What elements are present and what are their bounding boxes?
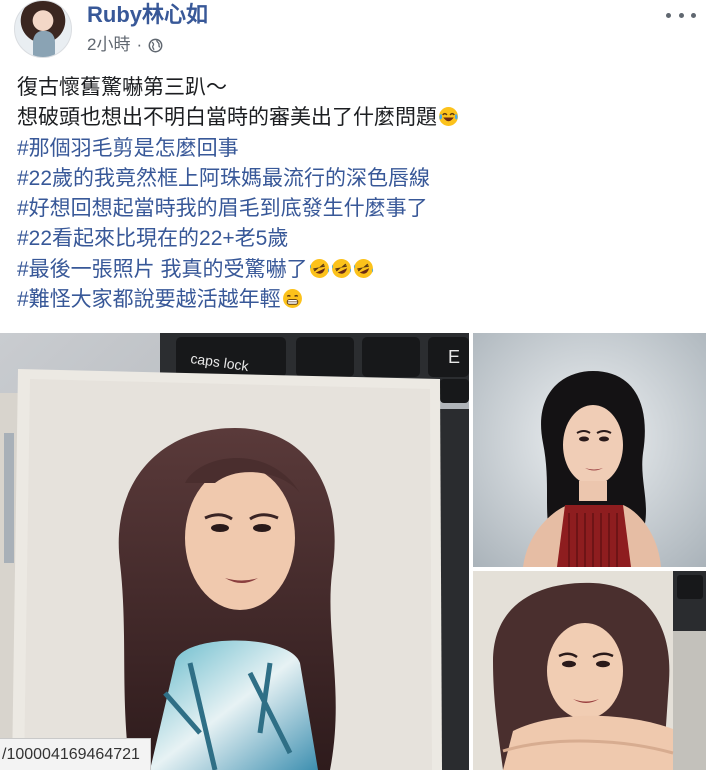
hashtag-last-photo[interactable]: #最後一張照片 我真的受驚嚇了 xyxy=(17,258,308,281)
author-name[interactable]: Ruby林心如 xyxy=(87,2,208,28)
post-line-1: 復古懷舊驚嚇第三趴～ xyxy=(17,76,227,99)
post-line-2: 想破頭也想出不明白當時的審美出了什麼問題 xyxy=(17,103,697,133)
post-timestamp[interactable]: 2小時 xyxy=(87,34,130,56)
post-header: Ruby林心如 2小時 · xyxy=(0,0,706,62)
more-options-icon[interactable] xyxy=(666,8,696,22)
post-message: 復古懷舊驚嚇第三趴～ 想破頭也想出不明白當時的審美出了什麼問題 #那個羽毛剪是怎… xyxy=(17,73,697,315)
post-meta: 2小時 · xyxy=(87,34,163,56)
avatar[interactable] xyxy=(14,0,72,58)
photo-chin-rest-portrait[interactable] xyxy=(473,571,706,770)
globe-icon[interactable] xyxy=(148,38,163,53)
tears-of-joy-emoji-icon xyxy=(439,107,458,127)
svg-text:E: E xyxy=(448,347,460,367)
status-url: /100004169464721 xyxy=(0,738,151,770)
meta-separator: · xyxy=(136,35,143,54)
photo-keyboard-portrait[interactable]: caps lock W E xyxy=(0,333,469,770)
hashtag-eyebrows[interactable]: #好想回想起當時我的眉毛到底發生什麼事了 xyxy=(17,194,697,224)
hashtag-feather-cut[interactable]: #那個羽毛剪是怎麼回事 xyxy=(17,134,697,164)
rofl-emoji-icon xyxy=(309,258,329,278)
photo-red-top-portrait[interactable] xyxy=(473,333,706,567)
post-line-7: #最後一張照片 我真的受驚嚇了 xyxy=(17,255,697,285)
rofl-emoji-icon xyxy=(353,258,373,278)
grin-sweat-emoji-icon xyxy=(282,289,302,309)
hashtag-looks-older[interactable]: #22看起來比現在的22+老5歲 xyxy=(17,224,697,254)
hashtag-lip-liner[interactable]: #22歲的我竟然框上阿珠媽最流行的深色唇線 xyxy=(17,164,697,194)
post-line-8: #難怪大家都說要越活越年輕 xyxy=(17,285,697,315)
rofl-emoji-icon xyxy=(331,258,351,278)
photo-grid: caps lock W E xyxy=(0,333,706,770)
hashtag-stay-young[interactable]: #難怪大家都說要越活越年輕 xyxy=(17,288,281,311)
